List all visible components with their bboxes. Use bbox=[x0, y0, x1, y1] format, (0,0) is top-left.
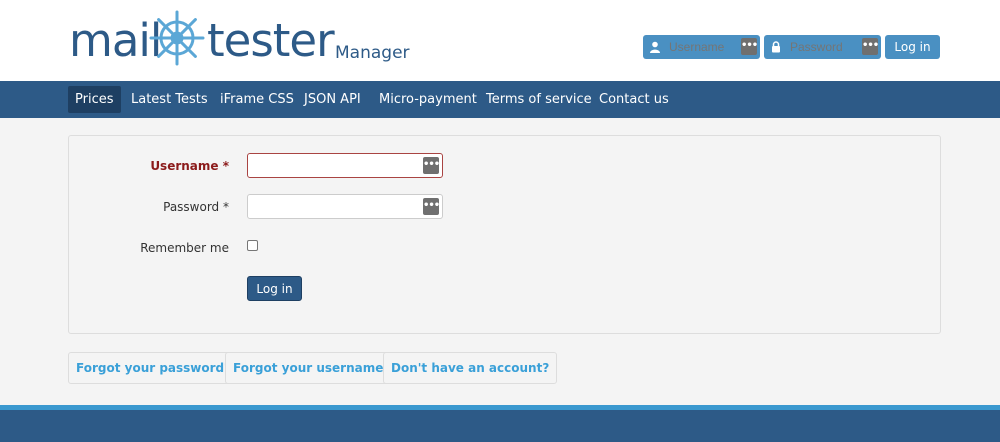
forgot-password-link[interactable]: Forgot your password? bbox=[68, 352, 240, 384]
remember-me-label: Remember me bbox=[140, 241, 229, 255]
password-field[interactable]: ••• bbox=[247, 194, 443, 219]
nav-item-json-api[interactable]: JSON API bbox=[297, 86, 368, 113]
footer bbox=[0, 410, 1000, 442]
logo-text-tester: tester bbox=[207, 14, 335, 67]
username-field[interactable]: ••• bbox=[247, 153, 443, 178]
password-input[interactable] bbox=[252, 197, 417, 216]
password-manager-icon[interactable]: ••• bbox=[423, 157, 440, 174]
password-manager-icon[interactable]: ••• bbox=[741, 38, 758, 55]
forgot-username-link[interactable]: Forgot your username? bbox=[225, 352, 399, 384]
nav-item-terms-of-service[interactable]: Terms of service bbox=[479, 86, 599, 113]
logo-text-mail: mail bbox=[69, 14, 162, 67]
nav-item-prices[interactable]: Prices bbox=[68, 86, 121, 113]
username-label: Username * bbox=[150, 159, 229, 173]
password-label: Password * bbox=[163, 200, 229, 214]
remember-me-checkbox[interactable] bbox=[247, 240, 258, 251]
password-manager-icon[interactable]: ••• bbox=[862, 38, 879, 55]
main-nav: Prices Latest Tests iFrame CSS JSON API … bbox=[0, 81, 1000, 118]
ship-wheel-icon bbox=[149, 10, 205, 66]
user-icon bbox=[643, 35, 667, 59]
lock-icon bbox=[764, 35, 788, 59]
login-button[interactable]: Log in bbox=[247, 276, 302, 301]
nav-item-iframe-css[interactable]: iFrame CSS bbox=[213, 86, 301, 113]
username-input[interactable] bbox=[252, 156, 417, 175]
logo-subtitle: Manager bbox=[335, 43, 410, 63]
no-account-link[interactable]: Don't have an account? bbox=[383, 352, 558, 384]
nav-item-contact-us[interactable]: Contact us bbox=[592, 86, 676, 113]
nav-item-latest-tests[interactable]: Latest Tests bbox=[124, 86, 215, 113]
login-panel: Username * ••• Password * ••• Remember m… bbox=[68, 135, 941, 334]
header-username-input[interactable] bbox=[669, 38, 739, 56]
nav-item-micro-payment[interactable]: Micro-payment bbox=[372, 86, 484, 113]
logo[interactable]: mail tester Manager bbox=[69, 10, 410, 67]
header-username-field[interactable]: ••• bbox=[643, 35, 760, 59]
header: mail tester Manager ••• ••• Log in bbox=[0, 0, 1000, 81]
header-password-field[interactable]: ••• bbox=[764, 35, 881, 59]
password-manager-icon[interactable]: ••• bbox=[423, 198, 440, 215]
header-password-input[interactable] bbox=[790, 38, 860, 56]
header-login-button[interactable]: Log in bbox=[885, 35, 940, 59]
